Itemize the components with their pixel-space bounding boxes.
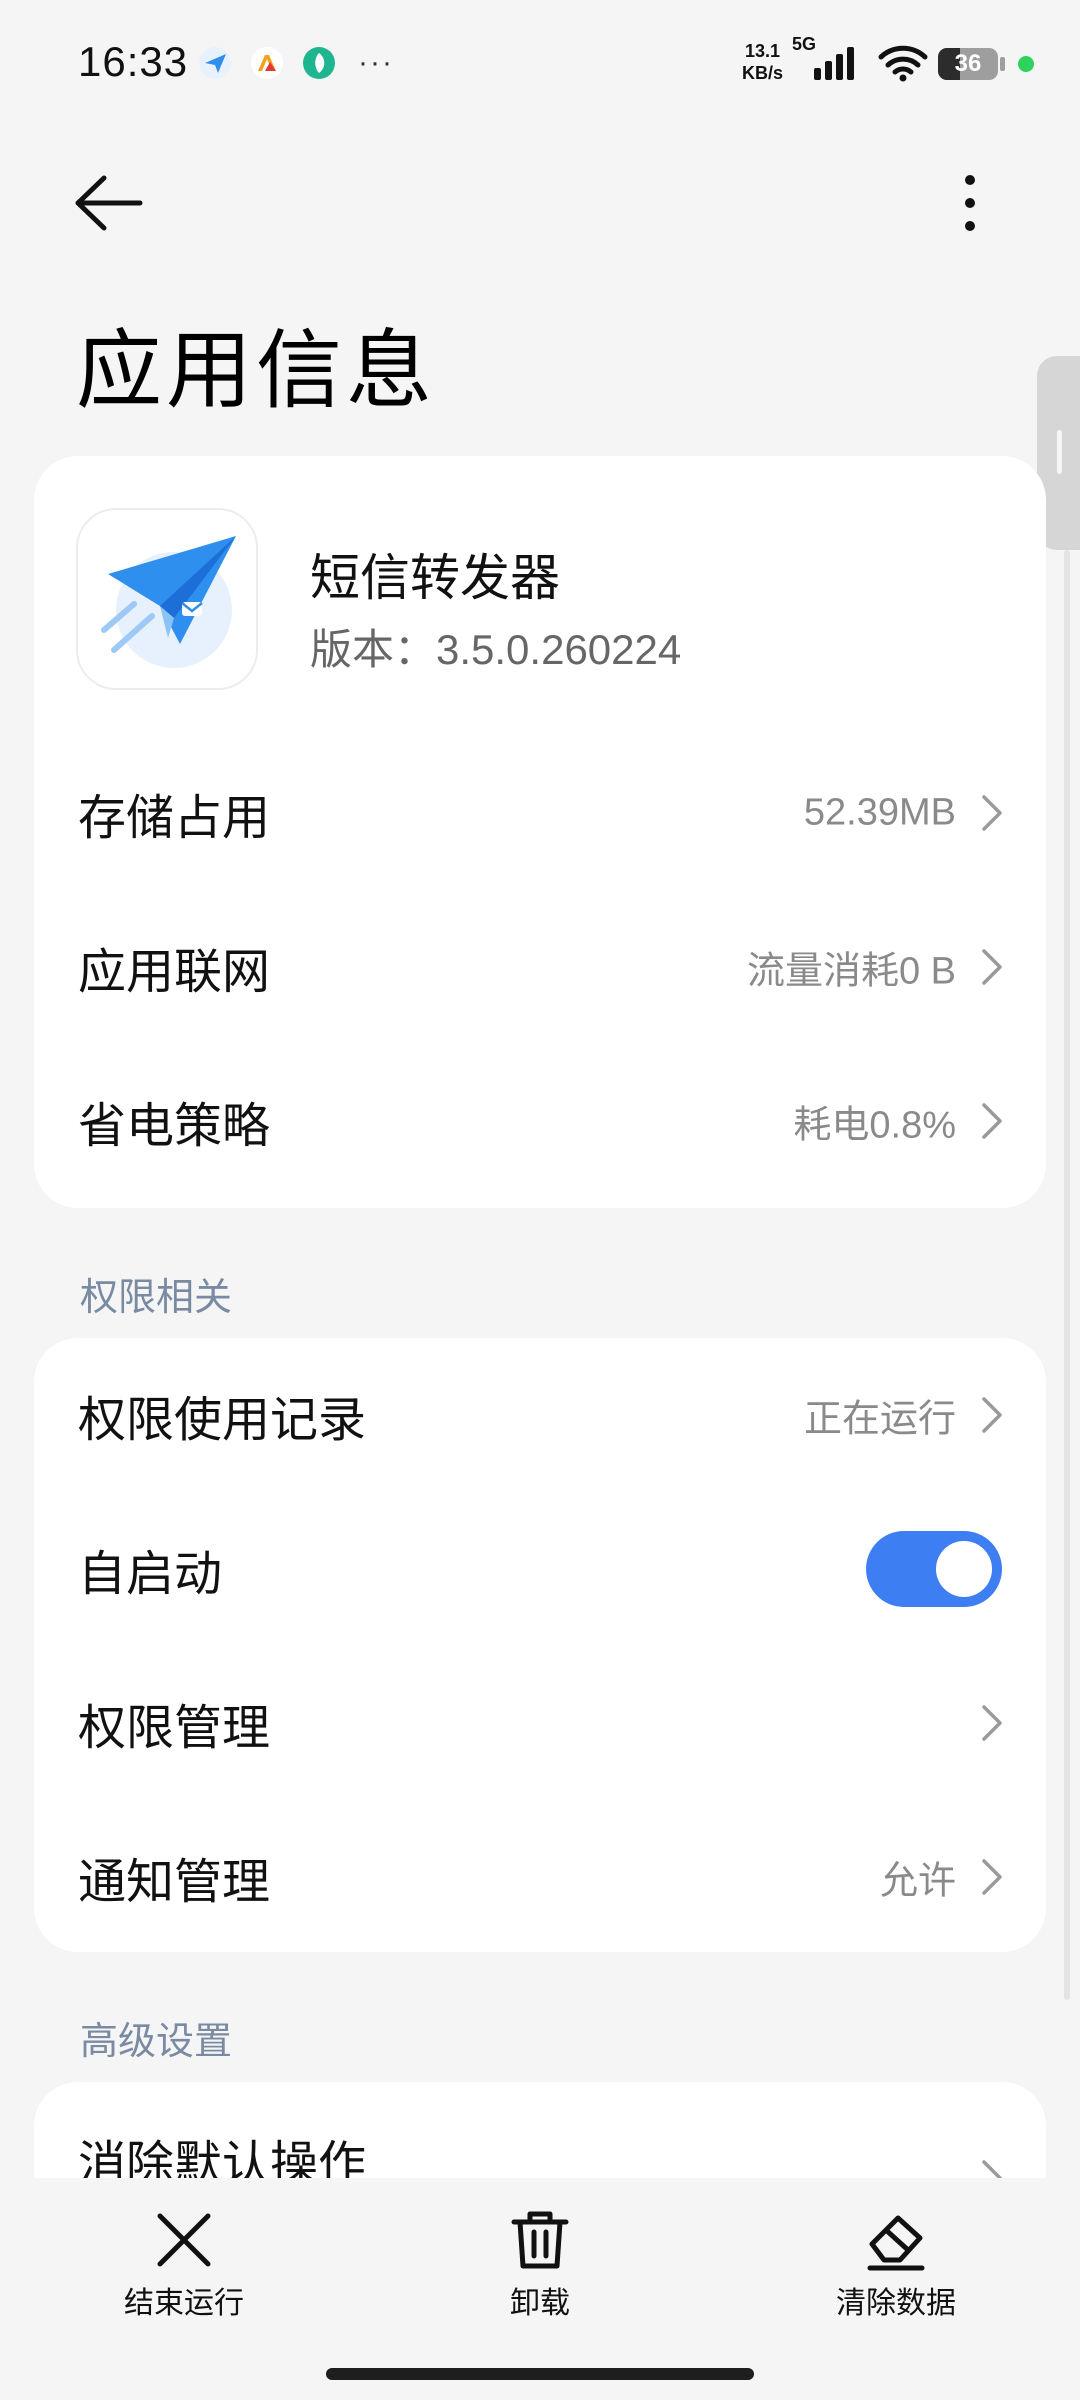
scroll-handle-grip	[1057, 430, 1062, 474]
section-header-advanced: 高级设置	[80, 2021, 233, 2063]
battery-icon: 36	[938, 48, 998, 80]
home-indicator[interactable]	[326, 2368, 754, 2380]
network-row[interactable]: 应用联网 流量消耗0 B	[34, 890, 1046, 1044]
toggle-knob	[936, 1541, 992, 1597]
status-app-icons: ···	[198, 46, 394, 80]
app-version: 版本：3.5.0.260224	[310, 626, 682, 673]
notification-management-label: 通知管理	[78, 1856, 271, 1909]
permission-management-label: 权限管理	[78, 1702, 271, 1755]
wifi-icon	[878, 45, 928, 82]
page-title: 应用信息	[76, 323, 436, 419]
permission-management-row[interactable]: 权限管理	[34, 1646, 1046, 1800]
clear-data-label: 清除数据	[836, 2287, 956, 2320]
a-logo-icon	[250, 46, 284, 80]
net-speed: 13.1 KB/s	[742, 40, 783, 84]
chevron-right-icon	[982, 949, 1002, 985]
uninstall-label: 卸载	[510, 2287, 570, 2320]
storage-label: 存储占用	[78, 792, 271, 845]
battery-policy-row[interactable]: 省电策略 耗电0.8%	[34, 1044, 1046, 1198]
permissions-card: 权限使用记录 正在运行 自启动 权限管理 通知管理 允许	[34, 1338, 1046, 1952]
app-icon	[76, 508, 258, 690]
uninstall-button[interactable]: 卸载	[430, 2208, 650, 2328]
chevron-right-icon	[982, 1397, 1002, 1433]
storage-row[interactable]: 存储占用 52.39MB	[34, 736, 1046, 890]
network-label: 应用联网	[78, 946, 271, 999]
status-overflow: ···	[358, 46, 394, 79]
eraser-icon	[867, 2215, 925, 2271]
auto-start-row: 自启动	[34, 1492, 1046, 1646]
close-icon	[157, 2213, 211, 2267]
more-vertical-icon	[965, 175, 975, 231]
more-options-button[interactable]	[938, 168, 998, 238]
chevron-right-icon	[982, 1859, 1002, 1895]
notification-management-value: 允许	[879, 1860, 956, 1903]
chevron-right-icon	[982, 1705, 1002, 1741]
app-name: 短信转发器	[310, 550, 560, 606]
back-button[interactable]	[70, 168, 150, 238]
force-stop-button[interactable]: 结束运行	[74, 2208, 294, 2328]
battery-cap	[1000, 57, 1005, 71]
permission-usage-value: 正在运行	[803, 1398, 956, 1441]
paper-plane-app-icon	[101, 536, 236, 668]
permission-usage-label: 权限使用记录	[78, 1394, 367, 1447]
chevron-right-icon	[982, 795, 1002, 831]
storage-value: 52.39MB	[803, 791, 956, 834]
bottom-action-bar: 结束运行 卸载 清除数据	[0, 2178, 1080, 2400]
status-bar: 16:33 ··· 13.1 KB/s 5G 36	[0, 0, 1080, 130]
trash-icon	[511, 2211, 569, 2269]
app-info-card: 短信转发器 版本：3.5.0.260224 存储占用 52.39MB 应用联网 …	[34, 456, 1046, 1208]
battery-level: 36	[954, 50, 982, 77]
privacy-indicator-dot	[1018, 56, 1034, 72]
battery-policy-value: 耗电0.8%	[793, 1104, 956, 1147]
net-speed-unit: KB/s	[742, 63, 784, 83]
section-header-permissions: 权限相关	[80, 1277, 233, 1319]
auto-start-toggle[interactable]	[866, 1531, 1002, 1607]
network-value: 流量消耗0 B	[746, 950, 956, 993]
notification-management-row[interactable]: 通知管理 允许	[34, 1800, 1046, 1954]
paper-plane-icon	[198, 46, 232, 80]
chevron-right-icon	[982, 1103, 1002, 1139]
force-stop-label: 结束运行	[124, 2287, 244, 2320]
arrow-left-icon	[75, 175, 143, 231]
status-time: 16:33	[78, 38, 189, 85]
net-speed-value: 13.1	[744, 41, 781, 61]
scroll-track	[1064, 550, 1070, 2000]
clear-data-button[interactable]: 清除数据	[786, 2208, 1006, 2328]
leaf-icon	[302, 46, 336, 80]
signal-icon	[814, 47, 854, 80]
auto-start-label: 自启动	[78, 1548, 223, 1601]
app-header: 短信转发器 版本：3.5.0.260224	[76, 508, 996, 694]
battery-policy-label: 省电策略	[78, 1100, 271, 1153]
permission-usage-row[interactable]: 权限使用记录 正在运行	[34, 1338, 1046, 1492]
